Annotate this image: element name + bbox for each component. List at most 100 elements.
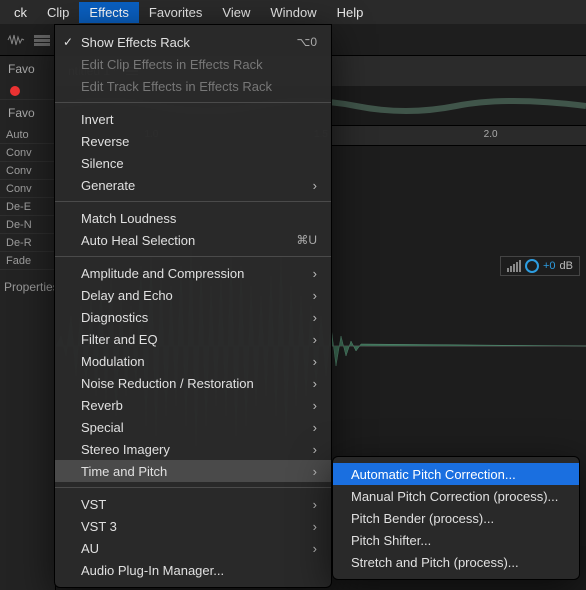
dd-silence[interactable]: Silence	[55, 152, 331, 174]
check-icon: ✓	[63, 35, 73, 49]
chevron-right-icon: ›	[313, 178, 317, 193]
dd-au[interactable]: AU ›	[55, 537, 331, 559]
gain-value: +0	[543, 260, 556, 272]
menu-view[interactable]: View	[212, 2, 260, 23]
dd-auto-heal[interactable]: Auto Heal Selection ⌘U	[55, 229, 331, 251]
dd-label: Noise Reduction / Restoration	[81, 376, 254, 391]
sub-automatic-pitch[interactable]: Automatic Pitch Correction...	[333, 463, 579, 485]
dd-label: Manual Pitch Correction (process)...	[351, 489, 558, 504]
sidebar-item[interactable]: De-E	[0, 198, 55, 216]
chevron-right-icon: ›	[313, 497, 317, 512]
sidebar-item[interactable]: Fade	[0, 252, 55, 270]
dd-generate[interactable]: Generate ›	[55, 174, 331, 196]
dd-label: VST 3	[81, 519, 117, 534]
dd-reverse[interactable]: Reverse	[55, 130, 331, 152]
dd-stereo-imagery[interactable]: Stereo Imagery ›	[55, 438, 331, 460]
dd-label: Special	[81, 420, 124, 435]
dd-show-effects-rack[interactable]: ✓ Show Effects Rack ⌥0	[55, 31, 331, 53]
dd-plugin-manager[interactable]: Audio Plug-In Manager...	[55, 559, 331, 581]
dd-amplitude[interactable]: Amplitude and Compression ›	[55, 262, 331, 284]
sub-manual-pitch[interactable]: Manual Pitch Correction (process)...	[333, 485, 579, 507]
dd-label: Audio Plug-In Manager...	[81, 563, 224, 578]
separator	[55, 102, 331, 103]
sidebar: Favo Favo Auto Conv Conv Conv De-E De-N …	[0, 56, 56, 590]
sidebar-item[interactable]: De-R	[0, 234, 55, 252]
separator	[55, 256, 331, 257]
dd-filter-eq[interactable]: Filter and EQ ›	[55, 328, 331, 350]
dd-edit-clip-effects: Edit Clip Effects in Effects Rack	[55, 53, 331, 75]
dd-label: Time and Pitch	[81, 464, 167, 479]
dd-diagnostics[interactable]: Diagnostics›	[55, 306, 331, 328]
dd-label: Stereo Imagery	[81, 442, 170, 457]
dd-label: Stretch and Pitch (process)...	[351, 555, 519, 570]
dd-label: Delay and Echo	[81, 288, 173, 303]
chevron-right-icon: ›	[313, 310, 317, 325]
dd-vst[interactable]: VST›	[55, 493, 331, 515]
dd-invert[interactable]: Invert	[55, 108, 331, 130]
dd-label: Filter and EQ	[81, 332, 158, 347]
chevron-right-icon: ›	[313, 464, 317, 479]
sub-pitch-shifter[interactable]: Pitch Shifter...	[333, 529, 579, 551]
sidebar-item[interactable]: Auto	[0, 126, 55, 144]
chevron-right-icon: ›	[313, 332, 317, 347]
menubar: ck Clip Effects Favorites View Window He…	[0, 0, 586, 24]
dd-reverb[interactable]: Reverb›	[55, 394, 331, 416]
effects-dropdown: ✓ Show Effects Rack ⌥0 Edit Clip Effects…	[54, 24, 332, 588]
dd-label: AU	[81, 541, 99, 556]
separator	[55, 201, 331, 202]
dd-label: Show Effects Rack	[81, 35, 190, 50]
dd-label: Auto Heal Selection	[81, 233, 195, 248]
chevron-right-icon: ›	[313, 541, 317, 556]
dd-delay-echo[interactable]: Delay and Echo ›	[55, 284, 331, 306]
menu-back[interactable]: ck	[4, 2, 37, 23]
sidebar-item[interactable]: Conv	[0, 180, 55, 198]
dd-match-loudness[interactable]: Match Loudness	[55, 207, 331, 229]
dd-noise-reduction[interactable]: Noise Reduction / Restoration›	[55, 372, 331, 394]
time-and-pitch-submenu: Automatic Pitch Correction... Manual Pit…	[332, 456, 580, 580]
dd-shortcut: ⌘U	[296, 233, 317, 247]
dd-edit-track-effects: Edit Track Effects in Effects Rack	[55, 75, 331, 97]
gain-badge[interactable]: +0 dB	[500, 256, 580, 276]
dd-label: Amplitude and Compression	[81, 266, 244, 281]
dd-label: Generate	[81, 178, 135, 193]
sidebar-section-favorites-2: Favo	[0, 100, 55, 126]
chevron-right-icon: ›	[313, 288, 317, 303]
dd-label: Silence	[81, 156, 124, 171]
menu-effects[interactable]: Effects	[79, 2, 139, 23]
chevron-right-icon: ›	[313, 442, 317, 457]
sidebar-section-favorites-1: Favo	[0, 56, 55, 82]
toolbar-waveform-icon[interactable]	[6, 30, 26, 50]
dd-vst3[interactable]: VST 3 ›	[55, 515, 331, 537]
dd-label: Automatic Pitch Correction...	[351, 467, 516, 482]
dd-label: Pitch Bender (process)...	[351, 511, 494, 526]
dd-label: Edit Clip Effects in Effects Rack	[81, 57, 263, 72]
menu-window[interactable]: Window	[260, 2, 326, 23]
dd-label: Edit Track Effects in Effects Rack	[81, 79, 272, 94]
sub-stretch-pitch[interactable]: Stretch and Pitch (process)...	[333, 551, 579, 573]
sidebar-record-row[interactable]	[0, 82, 55, 100]
menu-clip[interactable]: Clip	[37, 2, 79, 23]
chevron-right-icon: ›	[313, 266, 317, 281]
sub-pitch-bender[interactable]: Pitch Bender (process)...	[333, 507, 579, 529]
gain-knob-icon[interactable]	[525, 259, 539, 273]
sidebar-item[interactable]: Conv	[0, 144, 55, 162]
dd-label: Match Loudness	[81, 211, 176, 226]
chevron-right-icon: ›	[313, 519, 317, 534]
gain-unit: dB	[560, 260, 573, 272]
sidebar-item[interactable]: De-N	[0, 216, 55, 234]
dd-modulation[interactable]: Modulation ›	[55, 350, 331, 372]
dd-label: Modulation	[81, 354, 145, 369]
dd-special[interactable]: Special ›	[55, 416, 331, 438]
menu-help[interactable]: Help	[327, 2, 374, 23]
properties-panel-label: Properties	[0, 270, 55, 294]
sidebar-item[interactable]: Conv	[0, 162, 55, 180]
menu-favorites[interactable]: Favorites	[139, 2, 212, 23]
dd-label: Pitch Shifter...	[351, 533, 431, 548]
chevron-right-icon: ›	[313, 354, 317, 369]
dd-time-and-pitch[interactable]: Time and Pitch ›	[55, 460, 331, 482]
separator	[55, 487, 331, 488]
dd-label: Invert	[81, 112, 114, 127]
chevron-right-icon: ›	[313, 420, 317, 435]
chevron-right-icon: ›	[313, 398, 317, 413]
toolbar-multitrack-icon[interactable]	[32, 30, 52, 50]
